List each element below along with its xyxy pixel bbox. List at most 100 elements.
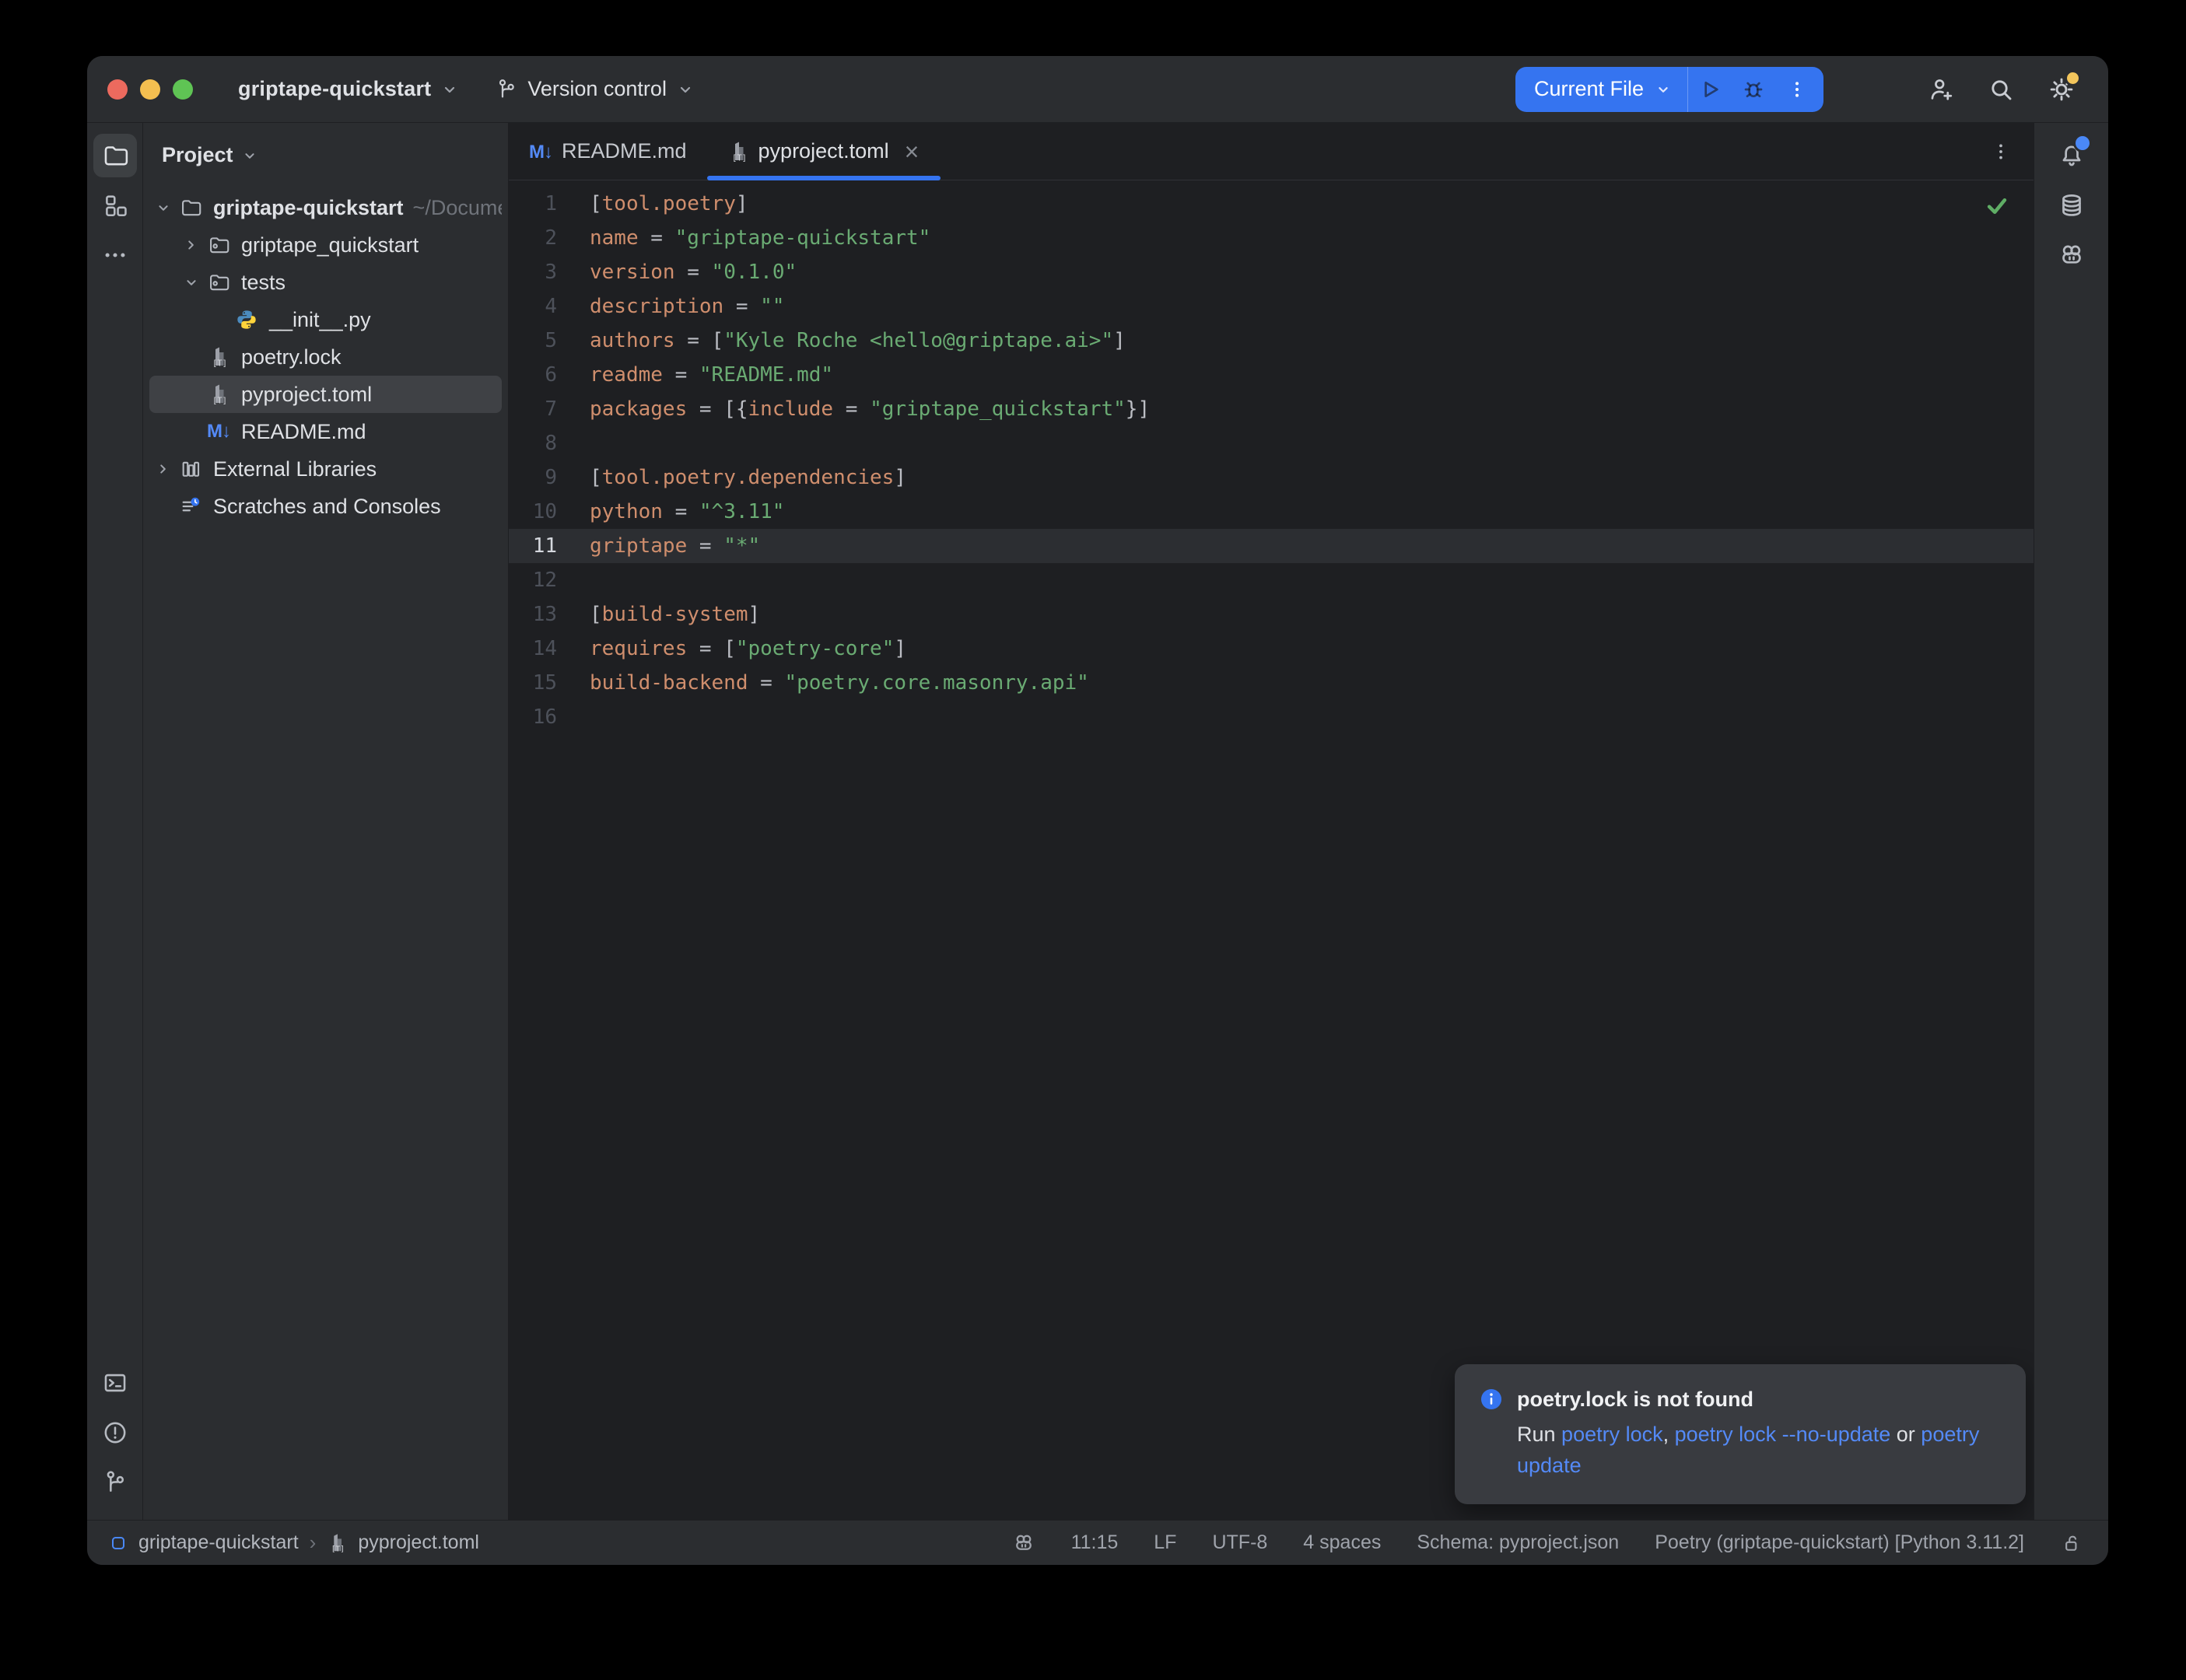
tab-options-button[interactable] [1968,123,2034,180]
poetry-lock-no-update-link[interactable]: poetry lock --no-update [1675,1423,1891,1446]
code-line[interactable] [590,700,2034,734]
code-line[interactable]: griptape = "*" [590,529,2034,563]
line-number[interactable]: 6 [509,358,557,392]
breadcrumb-project[interactable]: griptape-quickstart [138,1531,299,1554]
tree-item-label: README.md [241,420,366,444]
terminal-toolwindow-button[interactable] [93,1361,137,1405]
line-number[interactable]: 9 [509,460,557,495]
line-number[interactable]: 14 [509,632,557,666]
debug-button[interactable] [1732,68,1775,111]
chevron-down-icon[interactable] [149,199,177,216]
tree-item-poetry-lock[interactable]: [T] poetry.lock [149,338,502,376]
code-line[interactable]: [build-system] [590,597,2034,632]
tree-item-init-py[interactable]: __init__.py [149,301,502,338]
encoding-widget[interactable]: UTF-8 [1212,1531,1267,1554]
tree-item-label: griptape-quickstart [213,196,404,220]
settings-notification-dot [2067,72,2079,84]
run-more-options-button[interactable] [1775,68,1819,111]
chevron-right-icon[interactable] [149,460,177,478]
tree-item-scratches-and-consoles[interactable]: Scratches and Consoles [149,488,502,525]
chevron-right-icon[interactable] [177,236,205,254]
line-number[interactable]: 13 [509,597,557,632]
ai-assistant-status-button[interactable] [1012,1531,1035,1555]
code-line[interactable]: authors = ["Kyle Roche <hello@griptape.a… [590,324,2034,358]
schema-widget[interactable]: Schema: pyproject.json [1417,1531,1619,1554]
project-switcher[interactable]: griptape-quickstart [227,71,470,107]
toml-file-icon: [T] [205,383,232,405]
line-number[interactable]: 5 [509,324,557,358]
line-number[interactable]: 2 [509,221,557,255]
code-line[interactable]: description = "" [590,289,2034,324]
inspections-ok-icon[interactable] [1984,193,2010,219]
code-line[interactable]: build-backend = "poetry.core.masonry.api… [590,666,2034,700]
ai-assistant-button[interactable] [2050,233,2093,277]
line-number[interactable]: 3 [509,255,557,289]
toml-file-icon: [T] [327,1533,347,1553]
project-toolwindow-button[interactable] [93,134,137,177]
tree-item-pyproject-toml[interactable]: [T] pyproject.toml [149,376,502,413]
close-tab-button[interactable]: × [903,139,921,164]
editor-code[interactable]: [tool.poetry]name = "griptape-quickstart… [590,187,2034,734]
database-toolwindow-button[interactable] [2050,184,2093,227]
markdown-file-icon: M↓ [205,421,232,443]
line-number[interactable]: 8 [509,426,557,460]
indent-widget[interactable]: 4 spaces [1303,1531,1381,1554]
line-separator-widget[interactable]: LF [1154,1531,1176,1554]
minimize-window-button[interactable] [140,79,160,100]
kebab-menu-icon [1786,79,1808,100]
search-everywhere-button[interactable] [1982,71,2020,108]
code-line[interactable]: [tool.poetry.dependencies] [590,460,2034,495]
tree-item-tests[interactable]: tests [149,264,502,301]
zoom-window-button[interactable] [173,79,193,100]
line-number[interactable]: 1 [509,187,557,221]
poetry-lock-link[interactable]: poetry lock [1561,1423,1663,1446]
breadcrumb-file[interactable]: pyproject.toml [358,1531,479,1554]
structure-icon [102,192,128,219]
line-number[interactable]: 12 [509,563,557,597]
structure-toolwindow-button[interactable] [93,184,137,227]
vcs-toolwindow-button[interactable] [93,1461,137,1504]
line-number[interactable]: 16 [509,700,557,734]
code-editor[interactable]: 12345678910111213141516 [tool.poetry]nam… [509,180,2034,1520]
tree-item-external-libraries[interactable]: External Libraries [149,450,502,488]
run-configuration-selector[interactable]: Current File [1515,67,1687,112]
code-line[interactable]: packages = [{include = "griptape_quickst… [590,392,2034,426]
git-branch-icon [102,1469,128,1496]
more-toolwindows-button[interactable] [93,233,137,277]
settings-button[interactable] [2043,71,2080,108]
editor-gutter[interactable]: 12345678910111213141516 [509,187,590,734]
code-line[interactable]: python = "^3.11" [590,495,2034,529]
package-folder-icon [205,271,232,293]
project-panel-header[interactable]: Project [143,123,508,180]
readonly-toggle-button[interactable] [2060,1532,2082,1554]
ide-window: griptape-quickstart Version control Curr… [87,56,2108,1565]
code-line[interactable]: [tool.poetry] [590,187,2034,221]
chevron-down-icon[interactable] [177,274,205,291]
line-number[interactable]: 4 [509,289,557,324]
code-line[interactable]: requires = ["poetry-core"] [590,632,2034,666]
cursor-position-widget[interactable]: 11:15 [1071,1531,1119,1554]
close-window-button[interactable] [107,79,128,100]
add-user-button[interactable] [1922,71,1959,108]
chevron-down-icon [241,147,258,164]
notifications-button[interactable] [2050,134,2093,177]
line-number[interactable]: 10 [509,495,557,529]
code-line[interactable]: name = "griptape-quickstart" [590,221,2034,255]
problems-toolwindow-button[interactable] [93,1411,137,1454]
line-number[interactable]: 7 [509,392,557,426]
tree-item-readme-md[interactable]: M↓ README.md [149,413,502,450]
interpreter-widget[interactable]: Poetry (griptape-quickstart) [Python 3.1… [1655,1531,2024,1554]
tab-pyproject-toml[interactable]: [T] pyproject.toml × [707,123,941,180]
tree-item-project-root[interactable]: griptape-quickstart ~/Docume [149,189,502,226]
project-panel: Project griptape-quickstart ~ [143,123,509,1520]
line-number[interactable]: 15 [509,666,557,700]
run-button[interactable] [1688,68,1732,111]
tab-readme-md[interactable]: M↓ README.md [509,123,707,180]
vcs-widget[interactable]: Version control [484,71,706,107]
line-number[interactable]: 11 [509,529,557,563]
code-line[interactable]: readme = "README.md" [590,358,2034,392]
code-line[interactable]: version = "0.1.0" [590,255,2034,289]
code-line[interactable] [590,426,2034,460]
code-line[interactable] [590,563,2034,597]
tree-item-griptape-quickstart-package[interactable]: griptape_quickstart [149,226,502,264]
